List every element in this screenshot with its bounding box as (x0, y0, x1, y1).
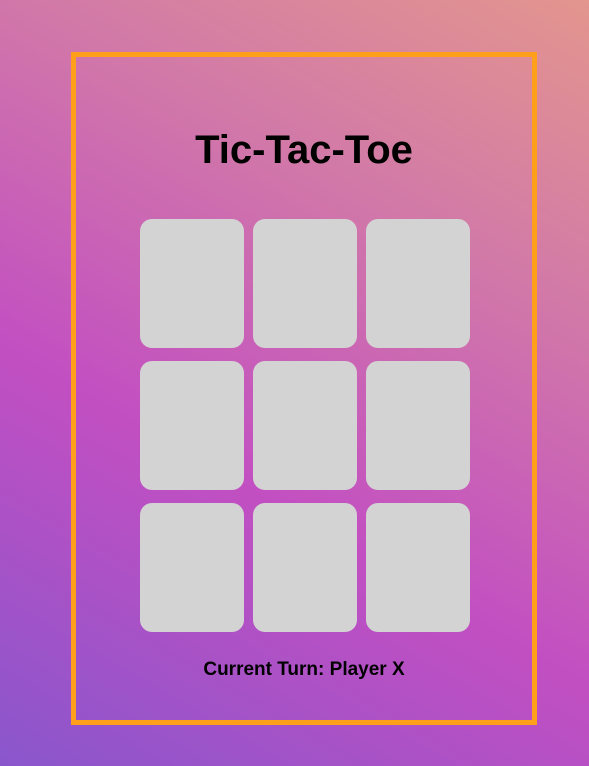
game-container: Tic-Tac-Toe Current Turn: Player X (71, 52, 537, 725)
board-cell-7[interactable] (140, 503, 244, 632)
board-cell-6[interactable] (366, 361, 470, 490)
game-title: Tic-Tac-Toe (195, 128, 413, 172)
board-cell-8[interactable] (253, 503, 357, 632)
board-cell-3[interactable] (366, 219, 470, 348)
board-cell-4[interactable] (140, 361, 244, 490)
board-cell-5[interactable] (253, 361, 357, 490)
game-board (140, 219, 470, 632)
board-cell-1[interactable] (140, 219, 244, 348)
board-cell-2[interactable] (253, 219, 357, 348)
board-cell-9[interactable] (366, 503, 470, 632)
turn-status: Current Turn: Player X (203, 659, 405, 680)
